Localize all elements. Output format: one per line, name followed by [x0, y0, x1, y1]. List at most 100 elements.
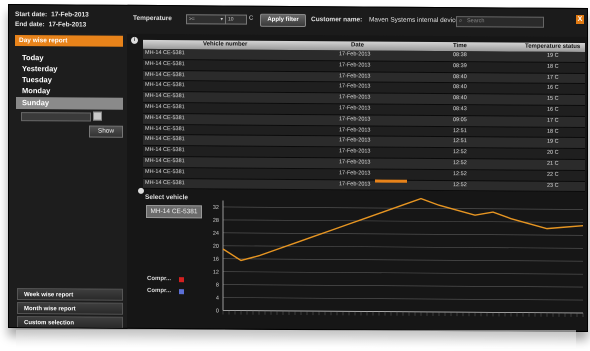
cell-temperature: 16 C: [547, 85, 559, 92]
cell-time: 08:38: [453, 52, 467, 59]
table-row[interactable]: MH-14 CE-5381 17-Feb-2013 12:52 23 C: [143, 178, 585, 193]
sidebar: Day wise report Today Yesterday Tuesday …: [9, 32, 127, 329]
cell-date: 17-Feb-2013: [339, 148, 371, 155]
cell-time: 12:51: [453, 127, 467, 134]
custom-selection-button[interactable]: Custom selection: [17, 316, 123, 329]
cell-time: 08:40: [453, 84, 467, 91]
cell-temperature: 18 C: [547, 128, 559, 135]
cell-time: 12:52: [453, 181, 467, 188]
cell-date: 17-Feb-2013: [339, 51, 371, 58]
cell-vehicle: MH-14 CE-5381: [145, 147, 185, 154]
column-header-time[interactable]: Time: [453, 42, 467, 51]
grid-line: [223, 245, 583, 249]
temperature-value-input[interactable]: 10: [225, 14, 247, 25]
grid-line: [223, 232, 583, 236]
day-item-monday[interactable]: Monday: [22, 86, 50, 95]
column-header-vehicle[interactable]: Vehicle number: [203, 40, 247, 49]
cell-vehicle: MH-14 CE-5381: [145, 125, 185, 132]
calendar-icon[interactable]: [93, 111, 102, 121]
day-item-sunday[interactable]: Sunday: [22, 98, 49, 107]
select-vehicle-label: Select vehicle: [145, 193, 188, 202]
temperature-chart: 0 4 8 12 16 20 24 28 32: [213, 197, 584, 317]
grid-line: [223, 284, 583, 288]
chevron-down-icon: ▾: [220, 16, 223, 23]
cell-temperature: 17 C: [547, 74, 559, 81]
cell-temperature: 18 C: [547, 63, 559, 70]
column-header-date[interactable]: Date: [351, 41, 364, 50]
cell-date: 17-Feb-2013: [339, 126, 371, 134]
selected-vehicle-tag[interactable]: MH-14 CE-5381: [146, 204, 202, 219]
column-header-temperature[interactable]: Temperature status: [525, 43, 580, 52]
top-bar: Start date: 17-Feb-2013 End date: 17-Feb-2…: [9, 4, 587, 38]
cell-time: 12:52: [453, 170, 467, 177]
cell-temperature: 17 C: [547, 117, 559, 124]
cell-vehicle: MH-14 CE-5381: [145, 136, 185, 143]
day-item-yesterday[interactable]: Yesterday: [22, 64, 57, 73]
close-button[interactable]: X: [576, 14, 584, 24]
start-date-value: 17-Feb-2013: [51, 11, 89, 19]
cell-time: 12:51: [453, 138, 467, 145]
search-placeholder: Search: [467, 18, 485, 25]
cell-vehicle: MH-14 CE-5381: [145, 49, 185, 57]
cell-temperature: 15 C: [547, 95, 559, 103]
info-icon[interactable]: i: [131, 36, 138, 44]
customer-name-value: Maven Systems internal devices: [369, 16, 463, 25]
cell-time: 08:40: [453, 73, 467, 80]
grid-line: [223, 297, 583, 301]
table-scrollbar[interactable]: [375, 179, 407, 183]
y-tick-label: 16: [213, 257, 219, 263]
week-wise-report-button[interactable]: Week wise report: [17, 288, 123, 301]
cell-date: 17-Feb-2013: [339, 105, 371, 112]
start-date-label: Start date:: [15, 11, 48, 19]
day-item-today[interactable]: Today: [22, 53, 44, 62]
temperature-table: Vehicle number Date Time Temperature sta…: [143, 39, 585, 193]
cell-date: 17-Feb-2013: [339, 62, 371, 69]
y-tick-label: 24: [213, 231, 219, 237]
temperature-unit: C: [249, 15, 254, 22]
cell-time: 08:39: [453, 62, 467, 69]
cell-vehicle: MH-14 CE-5381: [145, 82, 185, 89]
customer-name-label: Customer name:: [311, 16, 363, 24]
reflection: [16, 330, 576, 348]
end-date-value: 17-Feb-2013: [48, 21, 87, 29]
temperature-label: Temperature: [133, 14, 172, 23]
month-wise-report-button[interactable]: Month wise report: [17, 302, 123, 315]
cell-time: 09:05: [453, 116, 467, 123]
cell-time: 08:40: [453, 95, 467, 102]
cell-date: 17-Feb-2013: [339, 83, 371, 90]
search-icon: ⌕: [459, 18, 463, 25]
app-window: Start date: 17-Feb-2013 End date: 17-Feb-2…: [8, 3, 588, 333]
search-input[interactable]: ⌕ Search: [456, 16, 544, 28]
cell-temperature: 23 C: [547, 182, 559, 189]
cell-vehicle: MH-14 CE-5381: [145, 114, 185, 121]
temperature-operator-select[interactable]: >= ▾: [186, 14, 226, 25]
apply-filter-button[interactable]: Apply filter: [260, 13, 306, 28]
cell-temperature: 19 C: [547, 52, 559, 59]
grid-line: [223, 258, 583, 262]
legend-label-2: Compr...: [147, 287, 172, 295]
day-wise-report-header[interactable]: Day wise report: [15, 35, 123, 47]
date-input[interactable]: [21, 112, 91, 122]
cell-date: 17-Feb-2013: [339, 170, 371, 177]
legend-swatch-1: [179, 277, 184, 283]
grid-line: [223, 219, 583, 223]
cell-vehicle: MH-14 CE-5381: [145, 71, 185, 78]
cell-date: 17-Feb-2013: [339, 94, 371, 101]
y-tick-label: 32: [213, 205, 219, 211]
cell-time: 08:43: [453, 106, 467, 113]
temperature-operator-value: >=: [189, 16, 195, 23]
y-tick-label: 20: [213, 244, 219, 250]
show-button[interactable]: Show: [89, 125, 123, 138]
grid-line: [223, 271, 583, 275]
vehicle-radio-icon[interactable]: [138, 187, 144, 194]
day-item-tuesday[interactable]: Tuesday: [22, 75, 52, 84]
cell-temperature: 19 C: [547, 139, 559, 146]
cell-temperature: 16 C: [547, 106, 559, 113]
legend-label-1: Compr...: [147, 275, 172, 283]
cell-vehicle: MH-14 CE-5381: [145, 60, 185, 68]
cell-date: 17-Feb-2013: [339, 159, 371, 166]
y-tick-label: 0: [216, 308, 219, 314]
y-tick-label: 4: [216, 295, 219, 301]
cell-date: 17-Feb-2013: [339, 116, 371, 123]
table-body: MH-14 CE-5381 17-Feb-2013 08:38 19 C MH-14 C…: [143, 48, 585, 193]
